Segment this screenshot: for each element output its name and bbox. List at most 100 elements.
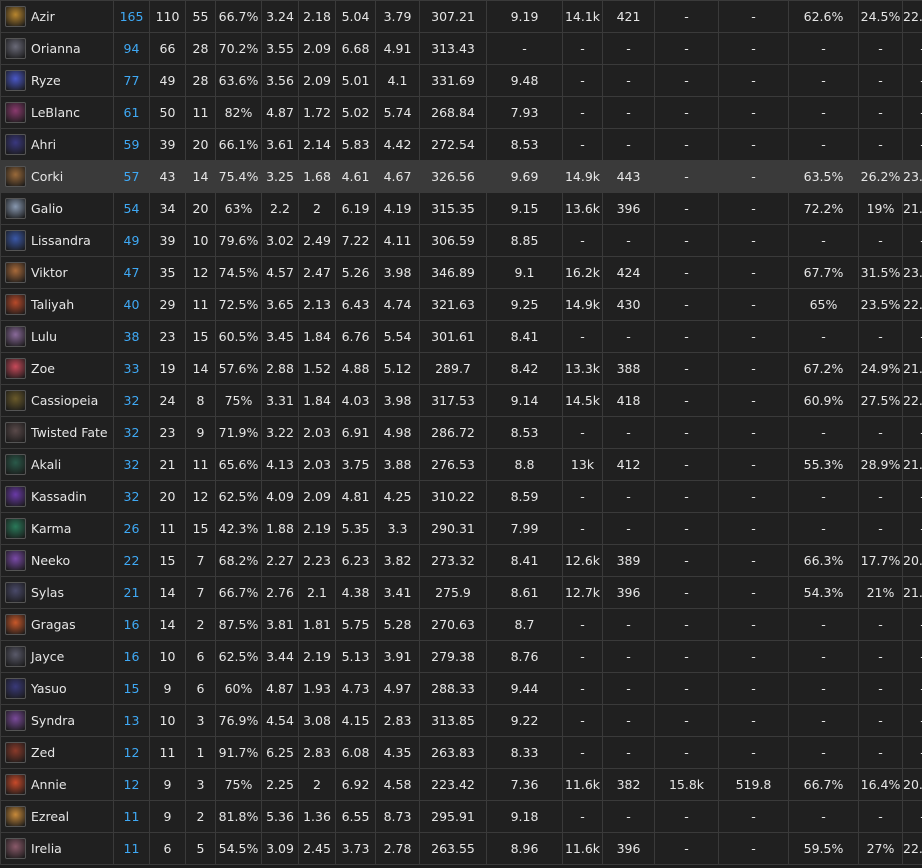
table-row[interactable]: Zoe 33 19 14 57.6% 2.88 1.52 4.88 5.12 289.7 8.42 1… [0, 352, 922, 385]
table-row[interactable]: Viktor 47 35 12 74.5% 4.57 2.47 5.26 3.98 346.89 9… [0, 256, 922, 289]
champion-cell[interactable]: Karma [0, 512, 114, 545]
stat-cell: 14.1k [562, 0, 603, 33]
stat-cell: 276.53 [419, 448, 487, 481]
champion-cell[interactable]: Sylas [0, 576, 114, 609]
stat-cell: - [718, 576, 789, 609]
table-row[interactable]: Gragas 16 14 2 87.5% 3.81 1.81 5.75 5.28 270.63 8.… [0, 608, 922, 641]
champion-cell[interactable]: Corki [0, 160, 114, 193]
champion-cell[interactable]: Zoe [0, 352, 114, 385]
champion-cell[interactable]: Yasuo [0, 672, 114, 705]
table-row[interactable]: Zed 12 11 1 91.7% 6.25 2.83 6.08 4.35 263.83 8.33-… [0, 736, 922, 769]
stat-cell: 1.52 [298, 352, 336, 385]
table-row[interactable]: LeBlanc 61 50 11 82% 4.87 1.72 5.02 5.74 268.84 7.… [0, 96, 922, 129]
champion-name: Karma [31, 521, 72, 536]
stat-cell: 26.2% [858, 160, 903, 193]
table-row[interactable]: Irelia 11 6 5 54.5% 3.09 2.45 3.73 2.78 263.55 8.9… [0, 832, 922, 865]
table-row[interactable]: Twisted Fate 32 23 9 71.9% 3.22 2.03 6.91 4.98 28… [0, 416, 922, 449]
stat-cell: - [902, 640, 922, 673]
champion-cell[interactable]: Lulu [0, 320, 114, 353]
champion-cell[interactable]: Akali [0, 448, 114, 481]
table-row[interactable]: Lissandra 49 39 10 79.6% 3.02 2.49 7.22 4.11 306.… [0, 224, 922, 257]
games-cell: 61 [113, 96, 150, 129]
stat-cell: - [654, 384, 719, 417]
champion-cell[interactable]: Irelia [0, 832, 114, 865]
syndra-icon [5, 710, 26, 731]
champion-cell[interactable]: Kassadin [0, 480, 114, 513]
stat-cell: 43 [149, 160, 186, 193]
table-row[interactable]: Lulu 38 23 15 60.5% 3.45 1.84 6.76 5.54 301.61 8.4… [0, 320, 922, 353]
champion-cell-content: Galio [5, 194, 113, 224]
stat-cell: 273.32 [419, 544, 487, 577]
stat-cell: 8.41 [486, 320, 563, 353]
stat-cell: 8.53 [486, 128, 563, 161]
champion-cell[interactable]: Neeko [0, 544, 114, 577]
yasuo-icon [5, 678, 26, 699]
table-row[interactable]: Galio 54 34 20 63% 2.2 2 6.19 4.19 315.35 9.15 13.6… [0, 192, 922, 225]
champion-cell[interactable]: Ryze [0, 64, 114, 97]
champion-cell-content: Irelia [5, 834, 113, 864]
stat-cell: - [718, 736, 789, 769]
stat-cell: 29 [149, 288, 186, 321]
stat-cell: 60.5% [215, 320, 262, 353]
table-row[interactable]: Sylas 21 14 7 66.7% 2.76 2.1 4.38 3.41 275.9 8.61 1… [0, 576, 922, 609]
table-row[interactable]: Syndra 13 10 3 76.9% 4.54 3.08 4.15 2.83 313.85 9.… [0, 704, 922, 737]
stat-cell: 14 [185, 352, 216, 385]
table-row[interactable]: Neeko 22 15 7 68.2% 2.27 2.23 6.23 3.82 273.32 8.4… [0, 544, 922, 577]
stat-cell: - [718, 704, 789, 737]
table-row[interactable]: Annie 12 9 3 75% 2.25 2 6.92 4.58 223.42 7.36 11.6k… [0, 768, 922, 801]
champion-cell[interactable]: Orianna [0, 32, 114, 65]
stat-cell: - [562, 224, 603, 257]
stat-cell: 10 [185, 224, 216, 257]
champion-cell[interactable]: Galio [0, 192, 114, 225]
champion-cell[interactable]: Syndra [0, 704, 114, 737]
table-row[interactable]: Jayce 16 10 6 62.5% 3.44 2.19 5.13 3.91 279.38 8.7… [0, 640, 922, 673]
stat-cell: 4.98 [375, 416, 420, 449]
table-row[interactable]: Corki 57 43 14 75.4% 3.25 1.68 4.61 4.67 326.56 9.… [0, 160, 922, 193]
champion-cell[interactable]: Gragas [0, 608, 114, 641]
lulu-icon [5, 326, 26, 347]
table-row[interactable]: Akali 32 21 11 65.6% 4.13 2.03 3.75 3.88 276.53 8.… [0, 448, 922, 481]
table-row[interactable]: Orianna 94 66 28 70.2% 3.55 2.09 6.68 4.91 313.43… [0, 32, 922, 65]
table-row[interactable]: Yasuo 15 9 6 60% 4.87 1.93 4.73 4.97 288.33 9.44- -… [0, 672, 922, 705]
stat-cell: 2.88 [261, 352, 299, 385]
stat-cell: 23 [149, 416, 186, 449]
champion-cell[interactable]: Lissandra [0, 224, 114, 257]
stat-cell: 60.9% [788, 384, 859, 417]
stat-cell: 430 [602, 288, 655, 321]
table-row[interactable]: Kassadin 32 20 12 62.5% 4.09 2.09 4.81 4.25 310.2… [0, 480, 922, 513]
stat-cell: 4.25 [375, 480, 420, 513]
stat-cell: - [654, 512, 719, 545]
stat-cell: 4.1 [375, 64, 420, 97]
champion-cell[interactable]: Ahri [0, 128, 114, 161]
stat-cell: 59.5% [788, 832, 859, 865]
champion-cell[interactable]: Annie [0, 768, 114, 801]
games-cell: 32 [113, 448, 150, 481]
champion-cell[interactable]: Jayce [0, 640, 114, 673]
champion-name: Sylas [31, 585, 64, 600]
table-row[interactable]: Taliyah 40 29 11 72.5% 3.65 2.13 6.43 4.74 321.63… [0, 288, 922, 321]
stat-cell: - [562, 704, 603, 737]
champion-cell[interactable]: LeBlanc [0, 96, 114, 129]
stat-cell: 8.42 [486, 352, 563, 385]
champion-cell[interactable]: Twisted Fate [0, 416, 114, 449]
stat-cell: 310.22 [419, 480, 487, 513]
table-row[interactable]: Cassiopeia 32 24 8 75% 3.31 1.84 4.03 3.98 317.53… [0, 384, 922, 417]
stat-cell: - [788, 640, 859, 673]
stat-cell: 1.68 [298, 160, 336, 193]
champion-cell[interactable]: Taliyah [0, 288, 114, 321]
table-row[interactable]: Azir 165 110 55 66.7% 3.24 2.18 5.04 3.79 307.21 9… [0, 0, 922, 33]
stat-cell: - [654, 64, 719, 97]
champion-name: Orianna [31, 41, 81, 56]
table-row[interactable]: Ahri 59 39 20 66.1% 3.61 2.14 5.83 4.42 272.54 8.5… [0, 128, 922, 161]
champion-cell[interactable]: Viktor [0, 256, 114, 289]
champion-cell[interactable]: Cassiopeia [0, 384, 114, 417]
table-row[interactable]: Ezreal 11 9 2 81.8% 5.36 1.36 6.55 8.73 295.91 9.1… [0, 800, 922, 833]
champion-cell[interactable]: Zed [0, 736, 114, 769]
taliyah-icon [5, 294, 26, 315]
champion-cell[interactable]: Azir [0, 0, 114, 33]
stat-cell: - [858, 512, 903, 545]
table-row[interactable]: Ryze 77 49 28 63.6% 3.56 2.09 5.01 4.1 331.69 9.48… [0, 64, 922, 97]
zoe-icon [5, 358, 26, 379]
table-row[interactable]: Karma 26 11 15 42.3% 1.88 2.19 5.35 3.3 290.31 7.9… [0, 512, 922, 545]
champion-cell[interactable]: Ezreal [0, 800, 114, 833]
